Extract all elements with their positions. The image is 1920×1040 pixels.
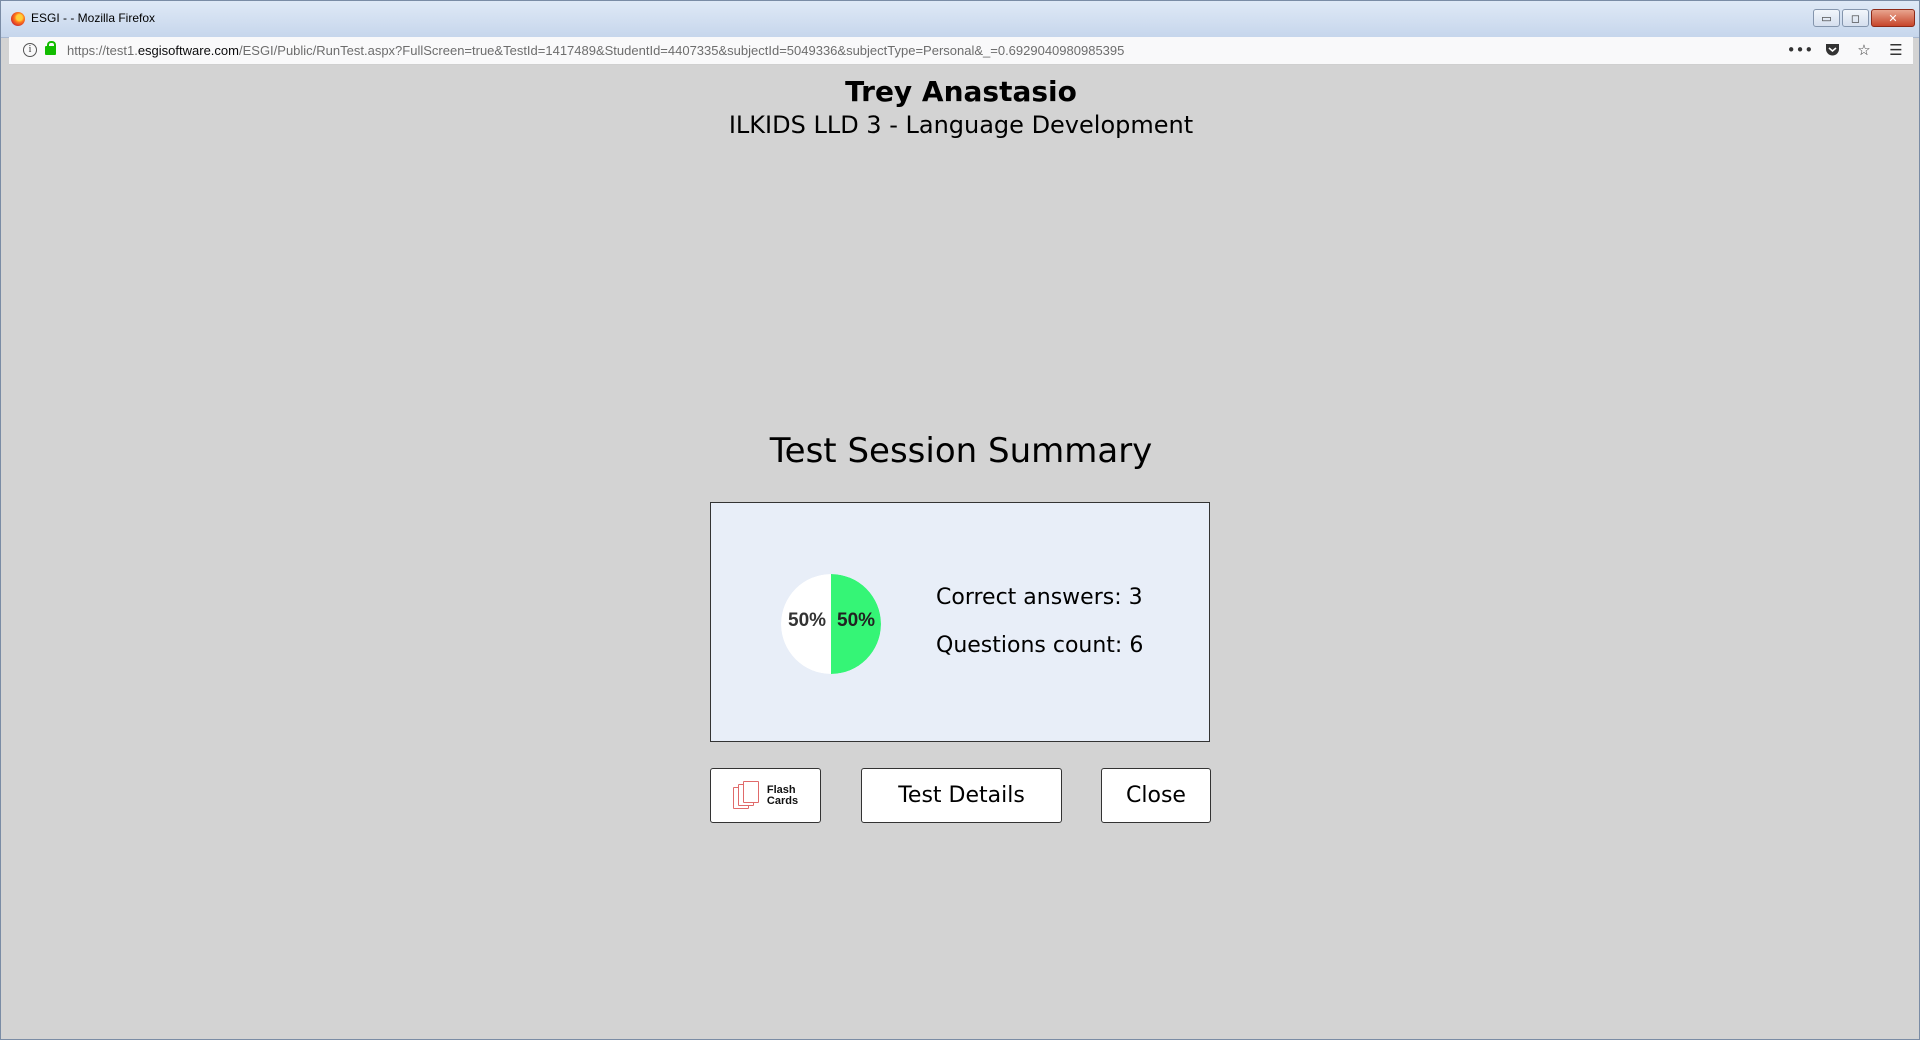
test-summary-page: Trey Anastasio ILKIDS LLD 3 - Language D… <box>9 65 1913 1035</box>
browser-window: ESGI - - Mozilla Firefox ▭ ◻ ✕ i https:/… <box>0 0 1920 1040</box>
page-actions-icon[interactable]: ••• <box>1787 41 1814 59</box>
window-title: ESGI - - Mozilla Firefox <box>31 11 156 25</box>
summary-box: 50% 50% Correct answers: 3 Questions cou… <box>710 502 1210 742</box>
url-text[interactable]: https://test1.esgisoftware.com/ESGI/Publ… <box>67 43 1124 58</box>
correct-answers-text: Correct answers: 3 <box>936 585 1143 610</box>
firefox-logo-icon <box>11 12 25 26</box>
score-pie-chart: 50% 50% <box>781 574 881 674</box>
title-bar: ESGI - - Mozilla Firefox ▭ ◻ ✕ <box>1 1 1919 38</box>
flash-cards-button[interactable]: Flash Cards <box>710 768 821 823</box>
test-details-button[interactable]: Test Details <box>861 768 1062 823</box>
url-domain: esgisoftware.com <box>137 43 239 58</box>
info-icon[interactable]: i <box>23 43 37 57</box>
test-name: ILKIDS LLD 3 - Language Development <box>728 111 1194 139</box>
minimize-button[interactable]: ▭ <box>1813 9 1840 27</box>
flash-cards-icon <box>732 780 763 811</box>
address-bar[interactable]: i https://test1.esgisoftware.com/ESGI/Pu… <box>9 37 1913 65</box>
pocket-icon[interactable] <box>1823 41 1841 59</box>
url-path: /ESGI/Public/RunTest.aspx?FullScreen=tru… <box>238 43 1125 58</box>
lock-icon[interactable] <box>45 41 56 55</box>
menu-icon[interactable]: ☰ <box>1887 41 1905 59</box>
summary-title: Test Session Summary <box>769 431 1153 471</box>
stats: Correct answers: 3 Questions count: 6 <box>936 585 1143 681</box>
url-actions: ••• ☆ ☰ <box>1787 41 1905 59</box>
pie-label-correct: 50% <box>837 610 876 631</box>
window-controls: ▭ ◻ ✕ <box>1813 9 1915 27</box>
student-name: Trey Anastasio <box>845 75 1077 108</box>
flash-cards-label: Flash Cards <box>766 783 799 807</box>
bookmark-star-icon[interactable]: ☆ <box>1855 41 1873 59</box>
close-window-button[interactable]: ✕ <box>1871 9 1915 27</box>
url-prefix: https://test1. <box>67 43 138 58</box>
pie-label-incorrect: 50% <box>788 610 827 631</box>
close-button[interactable]: Close <box>1101 768 1211 823</box>
questions-count-text: Questions count: 6 <box>936 633 1144 658</box>
maximize-button[interactable]: ◻ <box>1842 9 1869 27</box>
